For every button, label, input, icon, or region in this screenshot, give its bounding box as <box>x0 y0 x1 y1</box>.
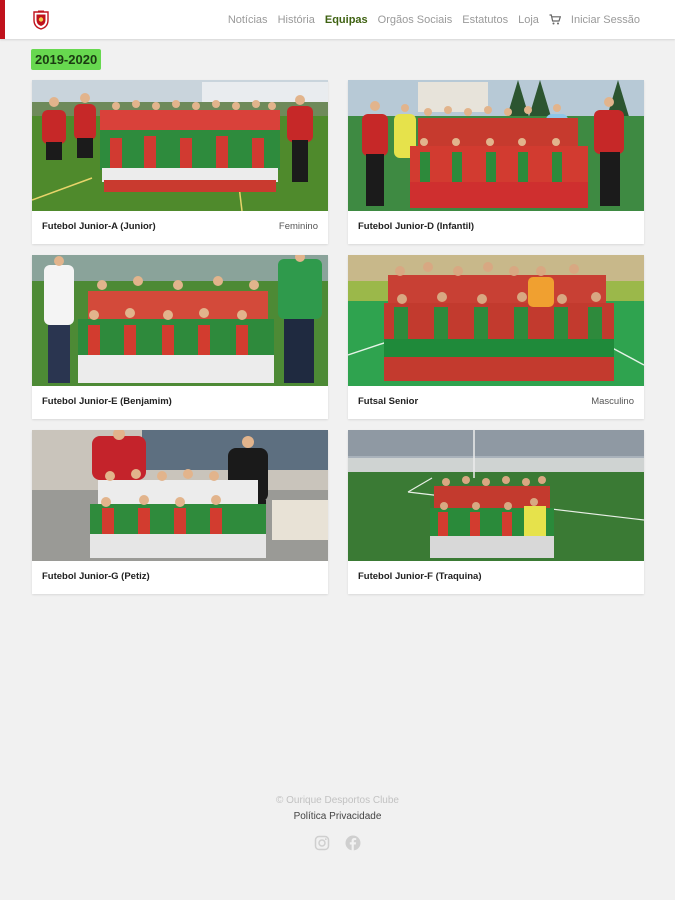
team-card[interactable]: Futebol Junior-D (Infantil) <box>348 80 644 244</box>
footer-copyright: © Ourique Desportos Clube <box>276 795 399 806</box>
nav-link-orgaos-sociais[interactable]: Orgãos Sociais <box>378 14 453 26</box>
team-title: Futebol Junior-A (Junior) <box>42 221 156 232</box>
facebook-icon[interactable] <box>345 835 361 851</box>
team-card[interactable]: Futebol Junior-G (Petiz) <box>32 430 328 594</box>
nav-link-historia[interactable]: História <box>278 14 315 26</box>
instagram-icon[interactable] <box>314 835 330 851</box>
team-photo <box>348 430 644 561</box>
team-title: Futsal Senior <box>358 396 419 407</box>
team-card[interactable]: Futebol Junior-A (Junior) Feminino <box>32 80 328 244</box>
nav-links: Notícias História Equipas Orgãos Sociais… <box>218 0 640 39</box>
club-crest-icon[interactable] <box>32 10 50 30</box>
team-gender-tag: Feminino <box>278 221 318 232</box>
login-link[interactable]: Iniciar Sessão <box>571 14 640 26</box>
privacy-policy-link[interactable]: Política Privacidade <box>0 811 675 822</box>
top-navbar: Notícias História Equipas Orgãos Sociais… <box>0 0 675 39</box>
team-card[interactable]: Futebol Junior-F (Traquina) <box>348 430 644 594</box>
team-title: Futebol Junior-D (Infantil) <box>358 221 475 232</box>
nav-link-noticias[interactable]: Notícias <box>228 14 268 26</box>
team-title: Futebol Junior-E (Benjamim) <box>42 396 172 407</box>
season-badge: 2019-2020 <box>31 49 102 70</box>
nav-link-estatutos[interactable]: Estatutos <box>462 14 508 26</box>
team-photo <box>32 80 328 211</box>
nav-accent-bar <box>0 0 5 39</box>
nav-link-equipas[interactable]: Equipas <box>325 14 368 26</box>
team-title: Futebol Junior-F (Traquina) <box>358 571 482 582</box>
shopping-cart-icon[interactable] <box>549 14 561 25</box>
team-photo <box>348 255 644 386</box>
nav-link-loja[interactable]: Loja <box>518 14 539 26</box>
team-photo <box>32 255 328 386</box>
team-card[interactable]: Futsal Senior Masculino <box>348 255 644 419</box>
team-card[interactable]: Futebol Junior-E (Benjamim) <box>32 255 328 419</box>
team-photo <box>32 430 328 561</box>
team-photo <box>348 80 644 211</box>
team-gender-tag: Masculino <box>591 396 634 407</box>
team-title: Futebol Junior-G (Petiz) <box>42 571 150 582</box>
